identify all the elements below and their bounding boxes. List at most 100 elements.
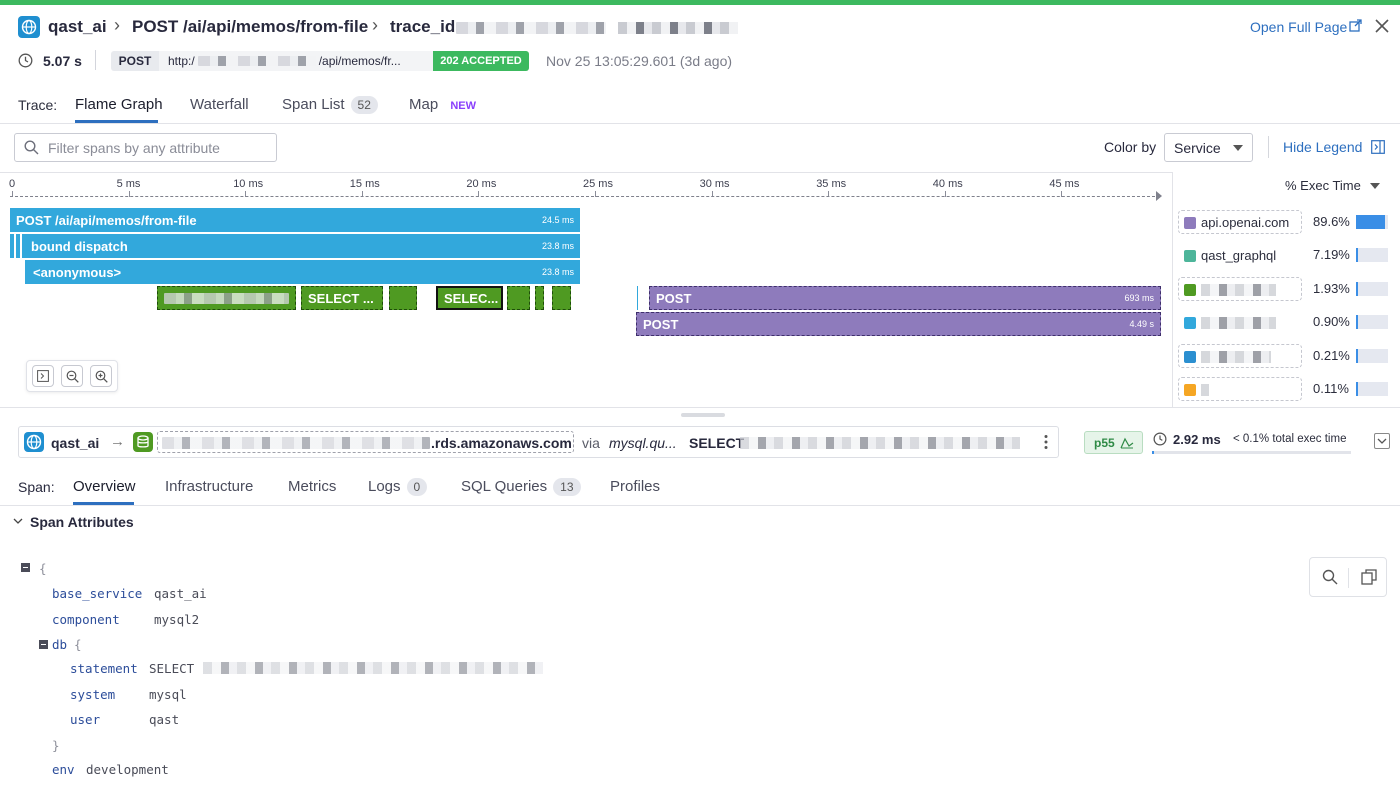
open-full-page-link[interactable]: Open Full Page (1250, 19, 1347, 35)
tab-map-label: Map (409, 96, 439, 113)
globe-icon (24, 432, 44, 452)
zoom-in-button[interactable] (90, 365, 112, 387)
legend-item[interactable]: 0.21% (1178, 343, 1392, 368)
tick-label: 25 ms (583, 178, 613, 190)
external-link-icon[interactable] (1349, 19, 1362, 32)
url-field[interactable]: http:/ /api/memos/fr... (159, 51, 433, 71)
span-count-badge: 52 (350, 96, 378, 114)
search-icon[interactable] (1322, 569, 1338, 585)
legend-name-redacted (1201, 317, 1276, 330)
span-bar-db-query[interactable] (389, 286, 417, 310)
span-bar-db-query[interactable] (507, 286, 530, 310)
tick-label: 0 (9, 178, 16, 190)
operation-name: mysql.qu... (609, 435, 677, 451)
legend-chip[interactable] (1178, 310, 1302, 334)
legend-chip[interactable] (1178, 343, 1302, 368)
legend-chip[interactable]: qast_graphql (1178, 243, 1302, 267)
percentile-value: p55 (1094, 436, 1115, 450)
json-open-brace: { (74, 637, 82, 652)
legend-color-swatch (1184, 250, 1196, 263)
tab-span-list[interactable]: Span List 52 (282, 96, 378, 114)
tab-map[interactable]: Map NEW (409, 96, 476, 113)
section-title[interactable]: Span Attributes (30, 514, 134, 530)
collapse-toggle-icon[interactable] (21, 563, 30, 572)
tab-sql-queries[interactable]: SQL Queries 13 (461, 478, 581, 496)
color-by-value: Service (1174, 140, 1221, 156)
more-options-icon[interactable] (1044, 434, 1048, 450)
span-bar-post-openai[interactable]: POST 4.49 s (636, 312, 1161, 336)
hide-legend-button[interactable]: Hide Legend (1283, 139, 1362, 155)
expand-panel-button[interactable] (1374, 433, 1390, 449)
attr-value-user[interactable]: qast (149, 712, 179, 727)
sort-desc-icon[interactable] (1370, 183, 1380, 189)
span-root-duration: 24.5 ms (541, 215, 574, 225)
legend-bar-track (1356, 215, 1388, 229)
close-icon[interactable] (1374, 18, 1390, 34)
attr-value-env[interactable]: development (86, 762, 169, 777)
tab-overview[interactable]: Overview (73, 478, 136, 495)
chevron-down-icon[interactable] (12, 514, 24, 526)
clock-icon (18, 53, 33, 68)
span-bar-root[interactable]: POST /ai/api/memos/from-file 24.5 ms (10, 208, 580, 232)
legend-bar-fill (1356, 215, 1385, 229)
attr-value-statement[interactable]: SELECT (149, 661, 194, 676)
legend-item[interactable]: 1.93% (1178, 276, 1392, 301)
exec-share: < 0.1% total exec time (1233, 433, 1347, 445)
tab-metrics[interactable]: Metrics (288, 478, 336, 495)
tab-infrastructure[interactable]: Infrastructure (165, 478, 253, 495)
legend-percent: 0.11% (1313, 381, 1349, 396)
attr-value-component[interactable]: mysql2 (154, 612, 199, 627)
attr-value-system[interactable]: mysql (149, 687, 187, 702)
span-bar-db-query[interactable] (552, 286, 571, 310)
legend-color-swatch (1184, 217, 1196, 229)
span-bar-bound-dispatch[interactable]: bound dispatch 23.8 ms (22, 234, 580, 258)
collapse-panel-icon[interactable] (1371, 140, 1385, 154)
span-bar-child[interactable] (16, 234, 20, 258)
collapse-toggle-icon[interactable] (39, 640, 48, 649)
span-bar-db-query[interactable] (535, 286, 544, 310)
zoom-out-button[interactable] (61, 365, 83, 387)
tab-flame-graph[interactable]: Flame Graph (75, 96, 163, 113)
span-bar-post-openai[interactable]: POST 693 ms (649, 286, 1161, 310)
db-host-redacted (162, 437, 430, 449)
legend-color-swatch (1184, 283, 1196, 296)
legend-item[interactable]: qast_graphql 7.19% (1178, 243, 1392, 267)
filter-spans-input[interactable]: Filter spans by any attribute (14, 133, 277, 162)
span-bar-anonymous[interactable]: <anonymous> 23.8 ms (25, 260, 580, 284)
legend-item[interactable]: 0.11% (1178, 377, 1392, 401)
fit-to-view-button[interactable] (32, 365, 54, 387)
legend-chip[interactable] (1178, 276, 1302, 301)
span-bar-select[interactable]: SELECT ... (301, 286, 383, 310)
tick-label: 10 ms (233, 178, 264, 190)
legend-name-redacted (1201, 283, 1276, 296)
span-tabs-label: Span: (18, 479, 55, 495)
legend-header[interactable]: % Exec Time (1285, 178, 1361, 193)
tabs-divider (0, 123, 1400, 124)
span-bar-selected[interactable]: SELEC... (436, 286, 503, 310)
percentile-badge[interactable]: p55 (1084, 431, 1143, 454)
tab-logs[interactable]: Logs 0 (368, 478, 428, 496)
legend-chip[interactable]: api.openai.com (1178, 210, 1302, 234)
trace-id-redacted (618, 22, 738, 34)
span-bar-child[interactable] (10, 234, 14, 258)
legend-item[interactable]: 0.90% (1178, 310, 1392, 334)
via-label: via (582, 435, 600, 451)
service-name[interactable]: qast_ai (48, 17, 107, 37)
attr-value-base-service[interactable]: qast_ai (154, 586, 207, 601)
span-bar-db-query[interactable] (157, 286, 296, 310)
copy-icon[interactable] (1361, 569, 1377, 585)
json-toolbar (1309, 557, 1387, 597)
legend-chip[interactable] (1178, 377, 1302, 401)
span-service-name[interactable]: qast_ai (51, 435, 99, 451)
tab-profiles[interactable]: Profiles (610, 478, 660, 495)
search-icon (24, 140, 39, 155)
color-by-select[interactable]: Service (1164, 133, 1253, 162)
legend-item[interactable]: api.openai.com 89.6% (1178, 210, 1392, 234)
tick-label: 30 ms (699, 178, 730, 190)
resource-name[interactable]: POST /ai/api/memos/from-file (132, 17, 368, 37)
tab-waterfall[interactable]: Waterfall (190, 96, 249, 113)
breadcrumb-chevron-icon: › (372, 15, 378, 35)
attr-key: user (70, 712, 101, 727)
resize-handle[interactable] (681, 413, 725, 417)
db-host-chip[interactable]: .rds.amazonaws.com (157, 431, 574, 453)
